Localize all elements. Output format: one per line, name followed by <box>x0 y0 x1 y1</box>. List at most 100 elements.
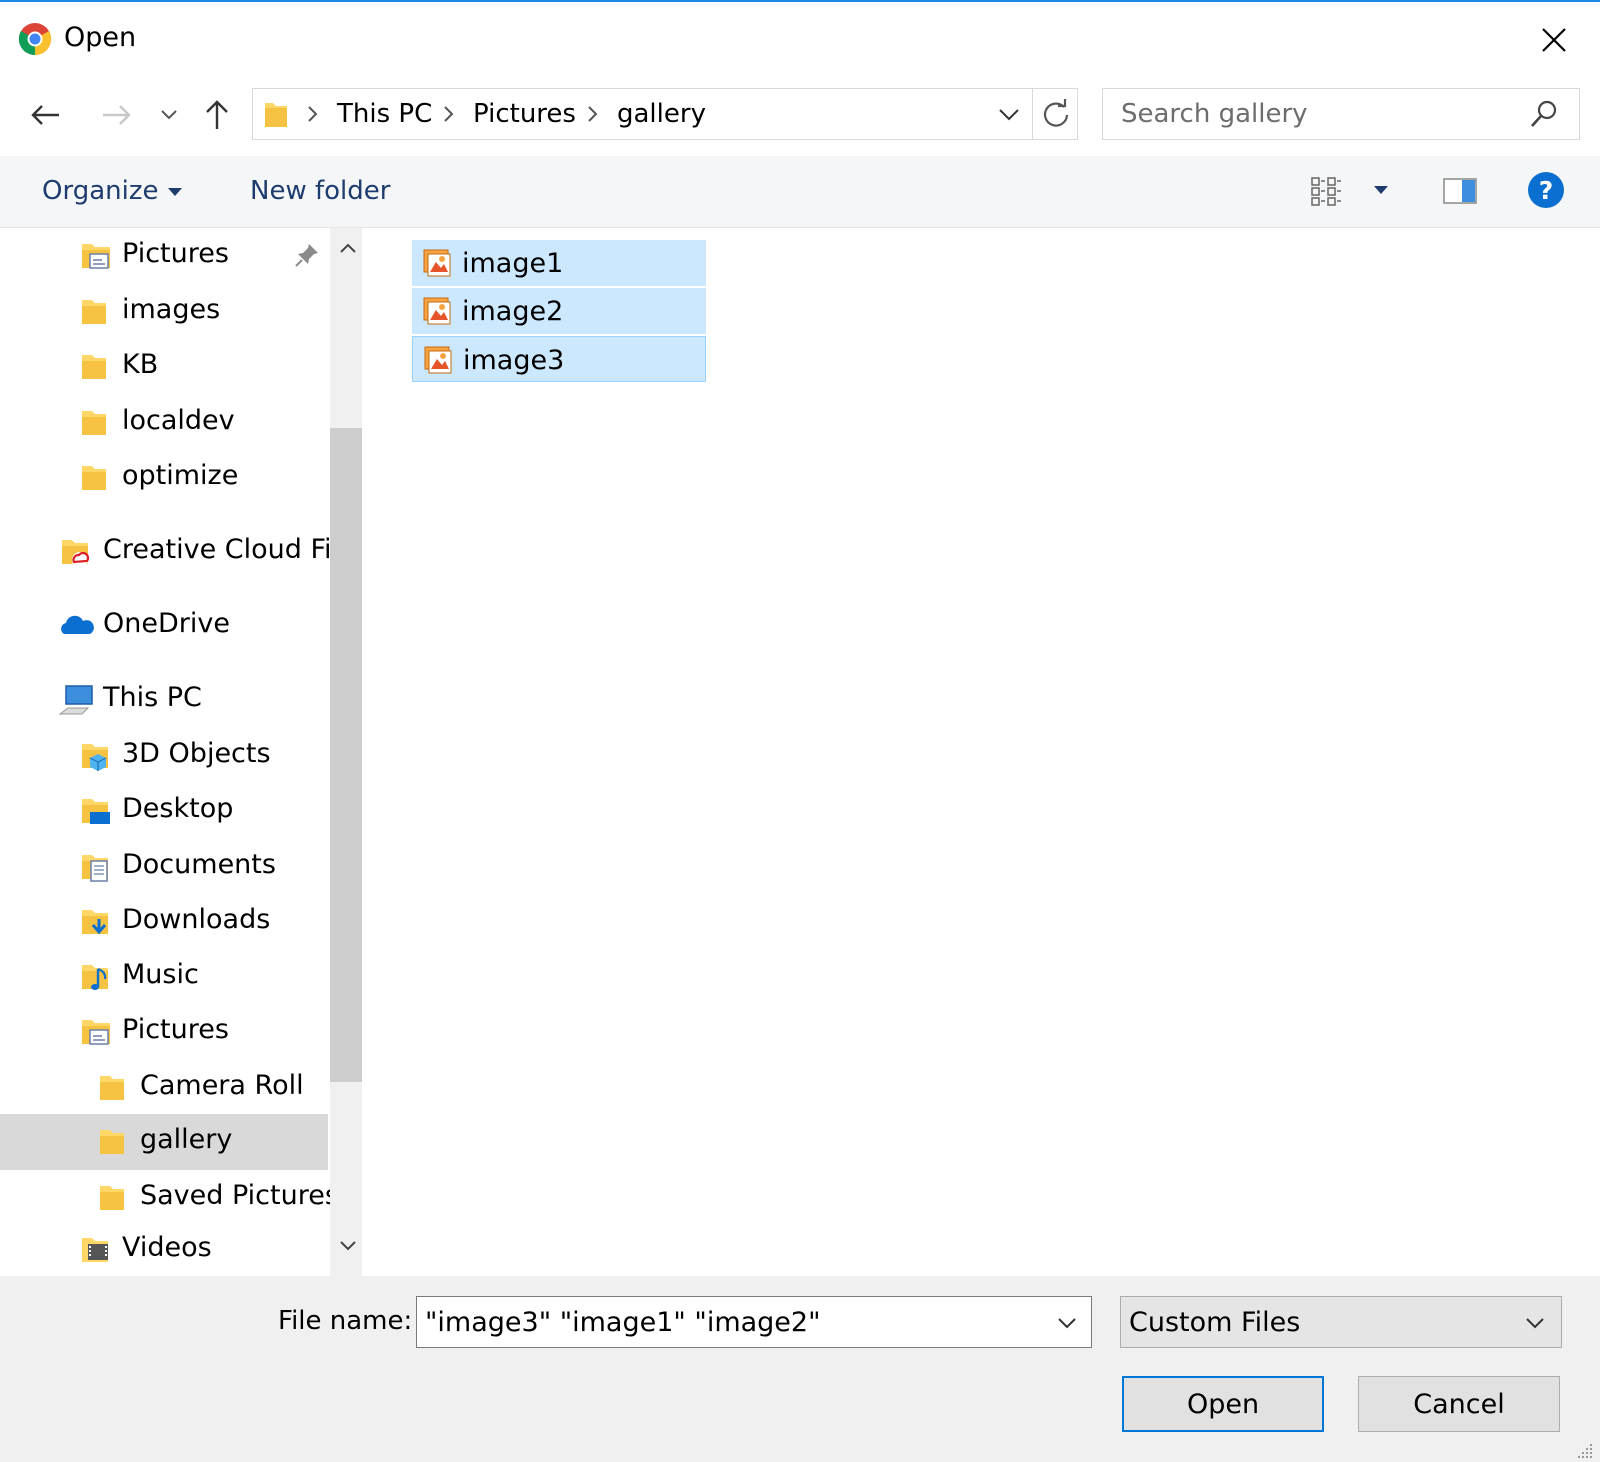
nav-item-onedrive[interactable]: OneDrive <box>0 598 328 654</box>
title-bar: Open <box>0 4 1600 74</box>
nav-item-documents[interactable]: Documents <box>0 839 328 895</box>
scrollbar-thumb[interactable] <box>330 428 362 1082</box>
address-dropdown-button[interactable] <box>989 99 1029 131</box>
file-name-dropdown-button[interactable] <box>1049 1307 1085 1339</box>
command-bar: Organize New folder ? <box>0 156 1600 228</box>
nav-label: optimize <box>122 460 239 491</box>
nav-label: Pictures <box>122 238 229 269</box>
change-view-icon[interactable] <box>1310 176 1350 208</box>
image-file-icon <box>423 249 451 277</box>
nav-label: Creative Cloud Files <box>103 534 362 565</box>
nav-scrollbar[interactable] <box>330 228 362 1276</box>
scroll-up-button[interactable] <box>330 228 362 268</box>
up-button[interactable] <box>196 92 238 138</box>
folder-icon <box>82 411 106 435</box>
nav-item-optimize[interactable]: optimize <box>0 450 328 506</box>
window-title: Open <box>64 22 137 53</box>
breadcrumb-this-pc[interactable]: This PC <box>337 99 432 129</box>
nav-item-music[interactable]: Music <box>0 949 328 1005</box>
folder-icon <box>100 1186 124 1210</box>
help-icon[interactable]: ? <box>1526 170 1566 210</box>
nav-label: Downloads <box>122 904 271 935</box>
search-icon <box>1531 100 1557 127</box>
folder-icon <box>265 103 287 127</box>
nav-item-desktop[interactable]: Desktop <box>0 783 328 839</box>
file-type-value: Custom Files <box>1129 1307 1301 1338</box>
file-name-value: "image3" "image1" "image2" <box>425 1307 821 1338</box>
refresh-button[interactable] <box>1032 89 1078 139</box>
pin-icon <box>295 244 318 267</box>
open-dialog: Open This PC Pictures gallery Search gal… <box>0 0 1600 1462</box>
recent-locations-button[interactable] <box>154 92 184 138</box>
nav-label: Music <box>122 959 199 990</box>
nav-item-camera-roll[interactable]: Camera Roll <box>0 1060 328 1116</box>
address-row: This PC Pictures gallery Search gallery <box>0 80 1600 152</box>
refresh-icon <box>1043 99 1068 127</box>
nav-item-images[interactable]: images <box>0 284 328 340</box>
creative-cloud-icon <box>62 540 90 568</box>
file-type-dropdown-button[interactable] <box>1517 1307 1553 1339</box>
nav-label: Documents <box>122 849 276 880</box>
folder-icon <box>100 1130 124 1154</box>
cancel-button[interactable]: Cancel <box>1358 1376 1560 1432</box>
file-name: image1 <box>462 248 564 279</box>
folder-icon <box>100 1076 124 1100</box>
file-name: image2 <box>462 296 564 327</box>
back-button[interactable] <box>24 92 66 138</box>
file-item-image1[interactable]: image1 <box>412 240 706 286</box>
breadcrumb-gallery[interactable]: gallery <box>617 99 706 129</box>
folder-icon <box>82 300 106 324</box>
nav-item-pictures[interactable]: Pictures <box>0 1004 328 1060</box>
preview-pane-icon[interactable] <box>1442 176 1478 206</box>
file-list[interactable]: image1 image2 image3 <box>370 228 1600 1276</box>
close-button[interactable] <box>1532 18 1576 62</box>
nav-item-saved-pictures[interactable]: Saved Pictures <box>0 1170 339 1226</box>
nav-item-this-pc[interactable]: This PC <box>0 672 328 728</box>
nav-item-3d-objects[interactable]: 3D Objects <box>0 728 328 784</box>
organize-menu[interactable]: Organize <box>42 176 183 206</box>
close-icon <box>1542 28 1566 52</box>
chevron-down-icon <box>999 109 1019 121</box>
nav-label: gallery <box>140 1124 233 1155</box>
file-item-image2[interactable]: image2 <box>412 288 706 334</box>
nav-item-creative-cloud-files[interactable]: Creative Cloud Files <box>0 524 362 580</box>
nav-item-videos[interactable]: Videos <box>0 1222 328 1276</box>
nav-item-pictures-quick[interactable]: Pictures <box>0 228 328 284</box>
image-file-icon <box>424 346 452 374</box>
chevron-down-icon <box>340 1241 356 1251</box>
file-name-input[interactable]: "image3" "image1" "image2" <box>416 1296 1092 1348</box>
address-bar[interactable]: This PC Pictures gallery <box>252 88 1078 140</box>
file-item-image3[interactable]: image3 <box>412 336 706 382</box>
nav-label: Camera Roll <box>140 1070 304 1101</box>
resize-grip-icon[interactable] <box>1576 1442 1594 1460</box>
organize-label: Organize <box>42 176 159 206</box>
nav-item-localdev[interactable]: localdev <box>0 395 328 451</box>
nav-item-kb[interactable]: KB <box>0 339 328 395</box>
search-placeholder: Search gallery <box>1121 99 1308 129</box>
arrow-left-icon <box>31 105 59 125</box>
nav-label: Saved Pictures <box>140 1180 339 1211</box>
nav-label: OneDrive <box>103 608 230 639</box>
file-type-select[interactable]: Custom Files <box>1120 1296 1562 1348</box>
nav-label: 3D Objects <box>122 738 271 769</box>
forward-button[interactable] <box>96 92 138 138</box>
desktop-icon <box>82 799 110 824</box>
nav-label: images <box>122 294 221 325</box>
nav-label: Pictures <box>122 1014 229 1045</box>
chevron-right-icon <box>308 106 318 122</box>
view-options-caret-icon[interactable] <box>1372 184 1390 196</box>
nav-item-downloads[interactable]: Downloads <box>0 894 328 950</box>
scroll-down-button[interactable] <box>330 1226 362 1266</box>
nav-item-gallery[interactable]: gallery <box>0 1114 328 1170</box>
navigation-pane[interactable]: Pictures images KB localdev optimize Cre… <box>0 228 362 1276</box>
search-box[interactable]: Search gallery <box>1102 88 1580 140</box>
breadcrumb-pictures[interactable]: Pictures <box>473 99 576 129</box>
open-button[interactable]: Open <box>1122 1376 1324 1432</box>
folder-icon <box>82 355 106 379</box>
arrow-up-icon <box>206 100 228 129</box>
new-folder-button[interactable]: New folder <box>250 176 390 206</box>
caret-down-icon <box>168 187 183 196</box>
chevron-up-icon <box>340 243 356 253</box>
chevron-down-icon <box>1526 1318 1544 1329</box>
chevron-down-icon <box>1058 1318 1076 1329</box>
